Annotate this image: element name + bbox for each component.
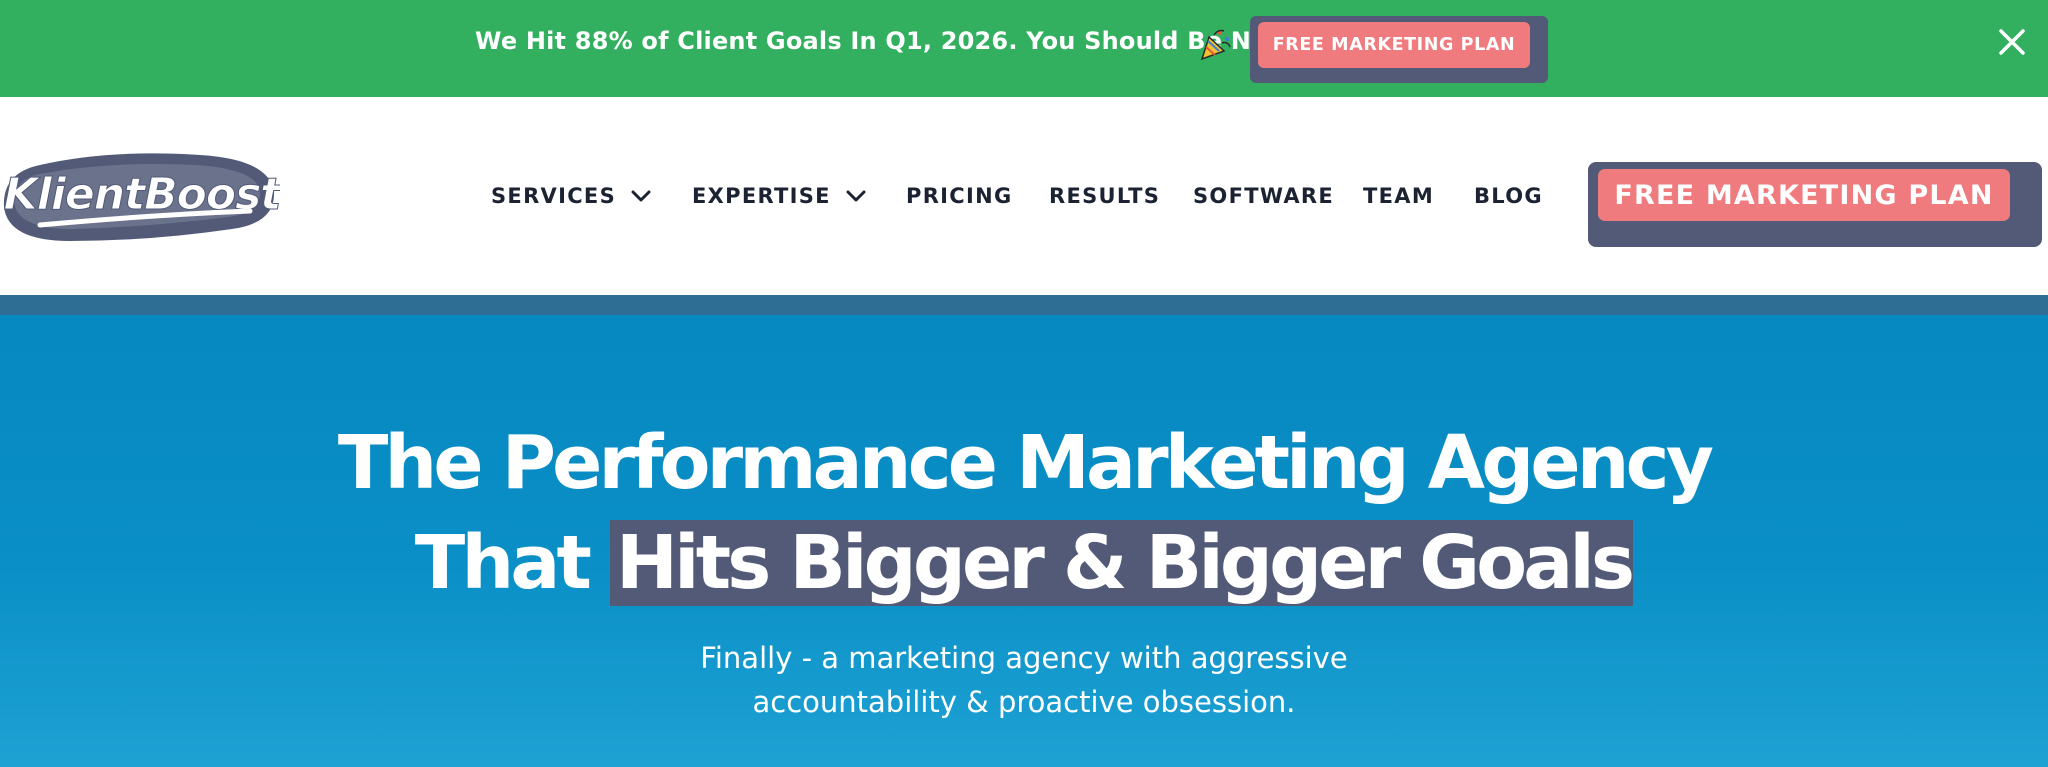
chevron-down-icon	[630, 189, 652, 203]
nav-divider	[0, 295, 2048, 315]
nav-item-pricing[interactable]: PRICING	[906, 181, 1013, 211]
chevron-down-icon	[845, 189, 867, 203]
nav-item-label: EXPERTISE	[692, 184, 831, 208]
promo-message: We Hit 88% of Client Goals In Q1, 2026. …	[475, 27, 1295, 55]
nav-item-label: RESULTS	[1049, 184, 1161, 208]
nav-item-expertise[interactable]: EXPERTISE	[692, 181, 867, 211]
nav-item-blog[interactable]: BLOG	[1474, 181, 1543, 211]
promo-cta-button[interactable]: FREE MARKETING PLAN	[1258, 22, 1530, 68]
hero-subheadline-line-2: accountability & proactive obsession.	[752, 685, 1296, 719]
klientboost-logo[interactable]: KlientBoost	[0, 145, 285, 247]
hero-headline-highlight: Hits Bigger & Bigger Goals	[610, 520, 1635, 606]
main-nav: KlientBoost SERVICES EXPERTISE PRICING R…	[0, 97, 2048, 295]
nav-item-label: TEAM	[1363, 184, 1435, 208]
nav-item-label: SERVICES	[491, 184, 616, 208]
promo-banner: We Hit 88% of Client Goals In Q1, 2026. …	[0, 0, 2048, 97]
nav-item-label: PRICING	[906, 184, 1013, 208]
nav-item-results[interactable]: RESULTS	[1049, 181, 1160, 211]
hero-headline-line-1: The Performance Marketing Agency	[337, 420, 1714, 506]
party-popper-icon	[1200, 27, 1232, 61]
hero-subheadline-line-1: Finally - a marketing agency with aggres…	[700, 641, 1348, 675]
close-icon[interactable]	[1996, 26, 2028, 58]
nav-item-team[interactable]: TEAM	[1363, 181, 1434, 211]
nav-item-software[interactable]: SOFTWARE	[1193, 181, 1334, 211]
nav-item-services[interactable]: SERVICES	[491, 181, 652, 211]
nav-item-label: BLOG	[1474, 184, 1543, 208]
hero-headline-line-2: That Hits Bigger & Bigger Goals	[0, 513, 2048, 613]
hero-headline-plain: That	[414, 520, 610, 606]
free-marketing-plan-button[interactable]: FREE MARKETING PLAN	[1598, 169, 2010, 221]
hero-section: The Performance Marketing Agency That Hi…	[0, 315, 2048, 767]
nav-item-label: SOFTWARE	[1193, 184, 1335, 208]
